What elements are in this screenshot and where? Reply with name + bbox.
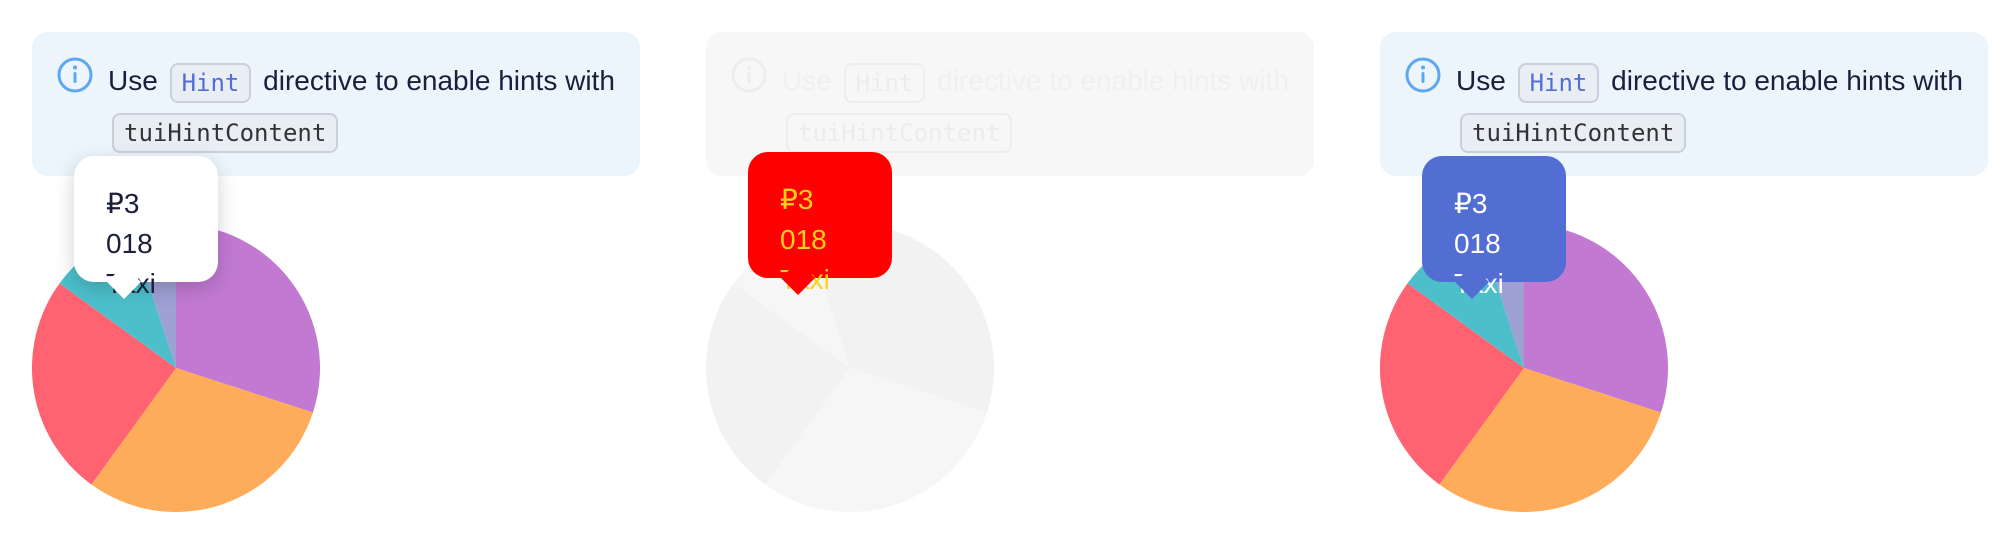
code-hint: Hint [1517, 62, 1600, 103]
code-hint: Hint [843, 62, 926, 103]
code-tui-hint-content: tuiHintContent [112, 112, 339, 153]
hint-tooltip: ₽3 018 Taxi [74, 156, 218, 299]
hint-notice: Use Hint directive to enable hints with … [1380, 32, 1988, 176]
notice-middle: directive to enable hints with [263, 65, 615, 96]
notice-prefix: Use [1456, 65, 1506, 96]
hint-notice: Use Hint directive to enable hints with … [32, 32, 640, 176]
info-icon [731, 57, 767, 93]
demo-panel-default: Use Hint directive to enable hints with … [0, 0, 674, 544]
notice-middle: directive to enable hints with [1611, 65, 1963, 96]
code-tui-hint-content: tuiHintContent [786, 112, 1013, 153]
demo-panel-accent: Use Hint directive to enable hints with … [1348, 0, 2016, 544]
notice-middle: directive to enable hints with [937, 65, 1289, 96]
demo-panel-faded: Use Hint directive to enable hints with … [674, 0, 1348, 544]
tooltip-amount: ₽3 018 [106, 188, 153, 259]
tooltip-amount: ₽3 018 [1454, 188, 1501, 259]
code-hint: Hint [169, 62, 252, 103]
hint-tooltip: ₽3 018 Taxi [1422, 156, 1566, 299]
info-icon [1405, 57, 1441, 93]
tooltip-amount: ₽3 018 [780, 184, 827, 255]
info-icon [57, 57, 93, 93]
hint-tooltip: ₽3 018 Taxi [748, 152, 892, 295]
notice-prefix: Use [782, 65, 832, 96]
code-tui-hint-content: tuiHintContent [1460, 112, 1687, 153]
notice-prefix: Use [108, 65, 158, 96]
